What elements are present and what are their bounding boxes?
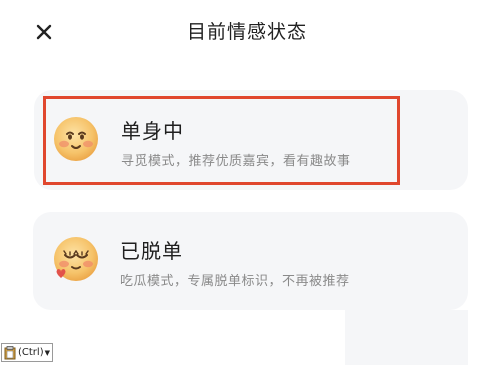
heart-eyes-blush-emoji-icon [54,237,98,281]
card-background-strip [345,310,468,365]
clipboard-icon [4,345,16,359]
paste-options-label: (Ctrl) [18,347,44,358]
option-single[interactable]: 单身中 寻觅模式，推荐优质嘉宾，看有趣故事 [34,90,468,190]
option-title: 单身中 [121,119,184,143]
option-taken[interactable]: 已脱单 吃瓜模式，专属脱单标识，不再被推荐 [33,212,468,310]
option-description: 吃瓜模式，专属脱单标识，不再被推荐 [120,274,350,289]
option-description: 寻觅模式，推荐优质嘉宾，看有趣故事 [121,154,351,169]
chevron-down-icon: ▼ [44,348,50,357]
paste-options-button[interactable]: (Ctrl) ▼ [1,343,53,362]
option-title: 已脱单 [120,239,183,263]
smiling-blush-emoji-icon [54,117,98,161]
page-title: 目前情感状态 [186,21,307,43]
